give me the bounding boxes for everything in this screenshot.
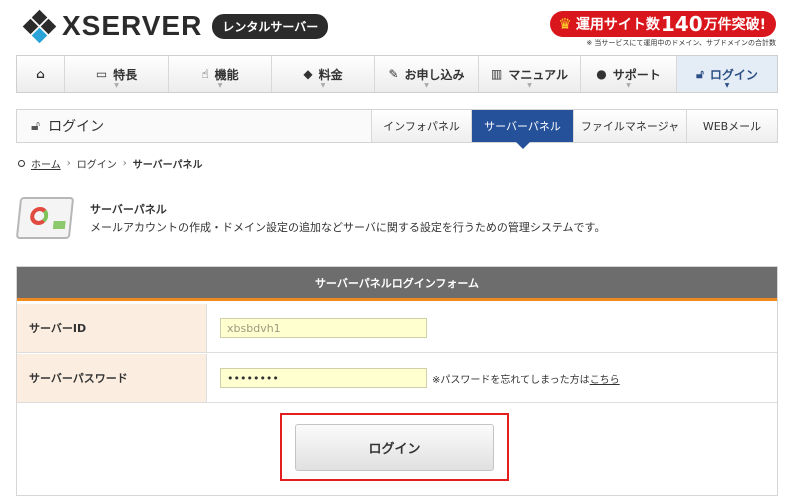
tab-server-panel[interactable]: サーバーパネル [471, 110, 573, 149]
nav-pricing[interactable]: ◆ 料金 ▼ [272, 56, 375, 92]
breadcrumb-login: ログイン [76, 160, 117, 171]
logo-badge: レンタルサーバー [212, 13, 329, 39]
home-icon: ⌂ [36, 67, 45, 81]
nav-login-label: ログイン [709, 67, 758, 82]
crown-icon: ♛ [558, 15, 572, 33]
form-header: サーバーパネルログインフォーム [17, 267, 777, 301]
main-nav: ⌂ ▭ 特長 ▼ ☝ 機能 ▼ ◆ 料金 ▼ ✎ お申し込み ▼ ▥ マニュアル… [16, 55, 778, 93]
logo-text: XSERVER [62, 10, 203, 41]
promo-banner[interactable]: ♛ 運用サイト数 140 万件突破! [550, 11, 776, 37]
nav-support[interactable]: ● サポート ▼ [581, 56, 677, 92]
unlock-icon: 🔓︎ [696, 66, 704, 81]
server-id-row: サーバーID [17, 304, 777, 353]
intro-title: サーバーパネル [90, 203, 167, 216]
nav-apply-label: お申し込み [404, 67, 465, 82]
tab-webmail[interactable]: WEBメール [686, 110, 777, 142]
chevron-down-icon: ▼ [527, 82, 532, 89]
forgot-password-note: ※パスワードを忘れてしまった方はこちら [432, 371, 620, 386]
server-panel-icon [15, 197, 75, 239]
nav-login[interactable]: 🔓︎ ログイン ▼ [677, 56, 777, 92]
nav-functions-label: 機能 [214, 67, 239, 82]
intro-description: メールアカウントの作成・ドメイン設定の追加などサーバに関する設定を行うための管理… [90, 221, 606, 234]
sub-nav: 🔓︎ ログイン インフォパネル サーバーパネル ファイルマネージャ WEBメール [16, 109, 778, 149]
promo-suffix: 万件突破! [703, 17, 766, 33]
user-icon: ● [596, 67, 607, 81]
server-id-label: サーバーID [17, 304, 207, 352]
password-row: サーバーパスワード ※パスワードを忘れてしまった方はこちら [17, 354, 777, 403]
chevron-down-icon: ▼ [424, 82, 429, 89]
nav-apply[interactable]: ✎ お申し込み ▼ [375, 56, 479, 92]
forgot-password-link[interactable]: こちら [590, 375, 620, 386]
bullet-icon [18, 160, 25, 167]
chevron-down-icon: ▼ [114, 82, 119, 89]
chevron-right-icon: › [66, 158, 71, 169]
breadcrumb-current: サーバーパネル [132, 160, 203, 171]
nav-features[interactable]: ▭ 特長 ▼ [65, 56, 169, 92]
promo-prefix: 運用サイト数 [575, 17, 660, 33]
password-label: サーバーパスワード [17, 354, 207, 402]
password-input[interactable] [220, 368, 427, 388]
pencil-icon: ✎ [388, 67, 399, 81]
chevron-right-icon: › [122, 158, 127, 169]
nav-manual-label: マニュアル [508, 67, 568, 82]
sub-nav-tabs: インフォパネル サーバーパネル ファイルマネージャ WEBメール [371, 110, 777, 149]
page-title: 🔓︎ ログイン [31, 110, 104, 142]
chevron-down-icon: ▼ [724, 82, 730, 89]
book-icon: ▥ [491, 67, 503, 81]
tab-info-panel[interactable]: インフォパネル [371, 110, 471, 142]
breadcrumb-home-link[interactable]: ホーム [31, 156, 61, 171]
promo-note: ※ 当サービスにて運用中のドメイン、サブドメインの合計数 [586, 39, 776, 47]
nav-home[interactable]: ⌂ [17, 56, 65, 92]
promo-number: 140 [660, 12, 703, 36]
nav-functions[interactable]: ☝ 機能 ▼ [169, 56, 272, 92]
page-title-label: ログイン [48, 119, 105, 135]
chevron-down-icon: ▼ [320, 82, 326, 89]
tab-file-manager[interactable]: ファイルマネージャ [573, 110, 686, 142]
xserver-logo[interactable]: XSERVER レンタルサーバー [22, 9, 329, 44]
breadcrumb: ホーム › ログイン › サーバーパネル [18, 156, 203, 171]
login-button-highlight: ログイン [280, 413, 509, 481]
logo-mark-icon [22, 9, 57, 44]
forgot-password-text: ※パスワードを忘れてしまった方は [432, 375, 590, 386]
nav-features-label: 特長 [113, 67, 138, 82]
monitor-icon: ▭ [95, 67, 108, 81]
nav-manual[interactable]: ▥ マニュアル ▼ [479, 56, 581, 92]
chevron-down-icon: ▼ [217, 82, 223, 89]
chevron-down-icon: ▼ [626, 82, 631, 89]
server-id-input[interactable] [220, 318, 427, 338]
login-button[interactable]: ログイン [295, 424, 494, 471]
tag-icon: ◆ [303, 67, 313, 81]
pointer-icon: ☝ [201, 67, 209, 81]
unlock-icon: 🔓︎ [31, 118, 41, 134]
nav-support-label: サポート [612, 67, 661, 82]
nav-pricing-label: 料金 [318, 67, 343, 82]
